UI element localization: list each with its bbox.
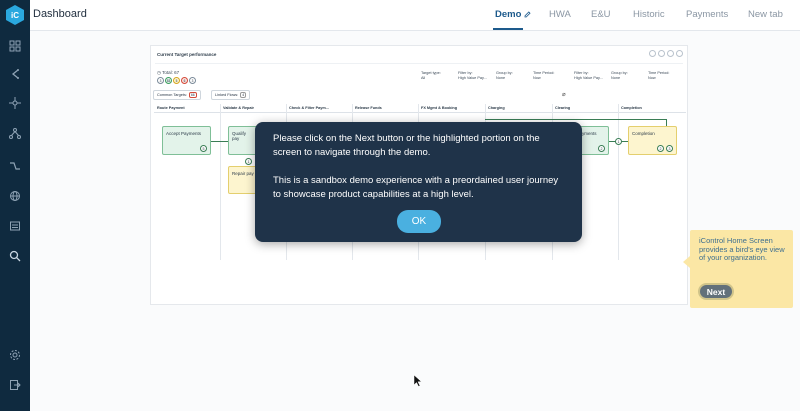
filter-time-period[interactable]: Time Period: Now — [533, 71, 554, 81]
column-header: Validate & Repair — [220, 104, 286, 113]
next-button[interactable]: Next — [698, 283, 734, 300]
sidebar: iC — [0, 0, 30, 411]
tab-demo-label: Demo — [495, 9, 522, 20]
node-count-badge: 2 — [657, 145, 664, 152]
status-badge[interactable]: 3 — [157, 77, 164, 84]
repair-payments-node[interactable]: Repair pay — [228, 166, 258, 194]
tooltip-text: iControl Home Screen provides a bird's e… — [699, 236, 785, 262]
clearing-node[interactable]: yments 2 — [578, 126, 609, 155]
globe-icon[interactable] — [7, 188, 23, 204]
column-header: Completion — [618, 104, 686, 113]
column-separator — [220, 104, 221, 260]
active-tab-indicator — [493, 28, 523, 30]
filter-target-type[interactable]: Target type: All — [421, 71, 441, 81]
flows-icon[interactable] — [7, 66, 23, 82]
settings-icon[interactable] — [667, 50, 674, 57]
node-count-badge: 3 — [666, 145, 673, 152]
panel-title: Current Target performance — [157, 52, 217, 57]
node-count-badge: 5 — [200, 145, 207, 152]
panel-controls — [649, 50, 683, 57]
filter-group-by[interactable]: Group by: None — [496, 71, 513, 81]
network-icon[interactable] — [7, 95, 23, 111]
demo-intro-modal: Please click on the Next button or the h… — [255, 122, 582, 242]
modal-instruction-text: Please click on the Next button or the h… — [273, 133, 540, 158]
reports-icon[interactable] — [7, 218, 23, 234]
dashboard-grid-icon[interactable] — [7, 38, 23, 54]
ok-button[interactable]: OK — [397, 210, 441, 233]
tab-eu[interactable]: E&U — [591, 9, 611, 20]
app-logo[interactable]: iC — [5, 4, 25, 26]
status-badge[interactable]: 3 — [189, 77, 196, 84]
page-title: Dashboard — [33, 8, 87, 20]
total-count: ◷ Total: 67 — [157, 70, 180, 75]
node-count-badge: 1 — [615, 138, 622, 145]
top-bar: Dashboard Demo HWA E&U Historic Payments… — [30, 0, 800, 31]
qualify-payments-node[interactable]: Qualify pay — [228, 126, 258, 155]
column-header: Clearing — [552, 104, 618, 113]
svg-text:iC: iC — [11, 11, 19, 20]
filter-filter-by[interactable]: Filter by: High Value Pay... — [458, 71, 487, 81]
search-icon[interactable] — [7, 248, 23, 264]
column-header: FX Mgmt & Booking — [418, 104, 485, 113]
expand-icon[interactable] — [676, 50, 683, 57]
linked-flows-filter[interactable]: Linked Flows: 4 — [211, 90, 251, 100]
panel-divider — [155, 63, 683, 64]
flow-connector — [485, 119, 667, 120]
column-separator — [618, 104, 619, 260]
column-header: Release Funds — [352, 104, 418, 113]
tab-historic[interactable]: Historic — [633, 9, 665, 20]
info-icon[interactable] — [658, 50, 665, 57]
clock-icon: ◷ — [157, 70, 161, 75]
node-count-badge: 2 — [598, 145, 605, 152]
column-header: Check & Filter Paym... — [286, 104, 352, 113]
status-badge[interactable]: 5 — [173, 77, 180, 84]
common-targets-filter[interactable]: Common Targets: 66 — [153, 90, 201, 100]
settings-gear-icon[interactable] — [7, 347, 23, 363]
column-header: Charging — [485, 104, 552, 113]
column-header: Route Payment — [154, 104, 220, 113]
tab-new-tab[interactable]: New tab — [748, 9, 783, 20]
guide-tooltip: iControl Home Screen provides a bird's e… — [690, 230, 793, 308]
node-count-badge: 1 — [245, 158, 252, 165]
tooltip-arrow — [683, 256, 690, 268]
minimize-icon[interactable] — [649, 50, 656, 57]
hierarchy-icon[interactable] — [7, 125, 23, 141]
filter-group-by-2[interactable]: Group by: None — [611, 71, 628, 81]
tab-payments[interactable]: Payments — [686, 9, 728, 20]
tab-hwa[interactable]: HWA — [549, 9, 571, 20]
modal-sandbox-text: This is a sandbox demo experience with a… — [273, 175, 559, 200]
mouse-cursor-icon — [414, 375, 422, 387]
tab-demo[interactable]: Demo — [495, 9, 531, 20]
analytics-icon[interactable] — [7, 158, 23, 174]
accept-payments-node[interactable]: Accept Payments 5 — [162, 126, 211, 155]
status-badge[interactable]: 6 — [181, 77, 188, 84]
edit-pencil-icon[interactable] — [524, 11, 531, 18]
status-badges: 3 53 5 6 3 — [157, 77, 196, 84]
flow-connector — [211, 141, 229, 142]
filter-time-period-2[interactable]: Time Period: Now — [648, 71, 669, 81]
completion-node[interactable]: Completion 2 3 — [628, 126, 677, 155]
filter-filter-by-2[interactable]: Filter by: High Value Pay... — [574, 71, 603, 81]
attachment-icon[interactable]: ⌀ — [562, 91, 566, 98]
logout-icon[interactable] — [7, 377, 23, 393]
status-badge[interactable]: 53 — [165, 77, 172, 84]
